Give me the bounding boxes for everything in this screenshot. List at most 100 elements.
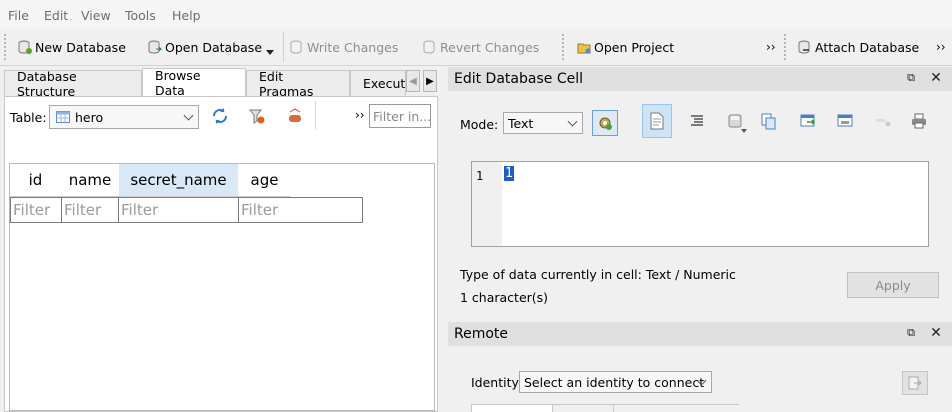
attach-database-button[interactable]: Attach Database: [798, 36, 919, 58]
toolbar-separator: [283, 32, 284, 62]
undock-icon[interactable]: ⧉: [904, 326, 918, 340]
tab-scroll-right-icon[interactable]: ▶: [423, 70, 437, 92]
open-database-button[interactable]: Open Database: [148, 36, 262, 58]
save-table-icon[interactable]: [287, 108, 303, 124]
auto-switch-mode-button[interactable]: [592, 110, 618, 136]
filter-separator: [315, 101, 316, 129]
column-header-secret-name[interactable]: secret_name: [119, 164, 238, 196]
toolbar-overflow-button[interactable]: ››: [766, 36, 776, 58]
toolbar-overflow-button-2[interactable]: ››: [936, 36, 946, 58]
main-tab-widget: Database Structure Browse Data Edit Prag…: [0, 67, 440, 412]
menu-edit[interactable]: Edit: [44, 8, 68, 23]
copy-icon: [761, 113, 776, 130]
close-icon[interactable]: ✕: [929, 71, 943, 85]
close-icon[interactable]: ✕: [929, 326, 943, 340]
word-wrap-button[interactable]: [642, 104, 672, 138]
mode-select[interactable]: Text: [503, 112, 583, 134]
new-database-button[interactable]: New Database: [18, 36, 126, 58]
auto-format-button[interactable]: [682, 104, 712, 138]
connect-button[interactable]: [902, 371, 928, 395]
column-header-name[interactable]: name: [62, 164, 118, 196]
remote-title: Remote: [454, 326, 509, 342]
undock-icon[interactable]: ⧉: [904, 71, 918, 85]
tab-execute-sql[interactable]: Execut: [350, 70, 406, 96]
browse-data-pane: Table: hero ›› Filter in... id name secr…: [4, 96, 438, 412]
new-database-icon: [18, 40, 32, 54]
connect-icon: [908, 376, 922, 390]
apply-button[interactable]: Apply: [847, 272, 939, 298]
table-select[interactable]: hero: [49, 105, 199, 129]
open-database-label: Open Database: [165, 39, 263, 55]
open-project-label: Open Project: [594, 39, 675, 55]
main-toolbar: New Database Open Database Write Changes…: [0, 28, 952, 66]
mode-label: Mode:: [460, 117, 499, 132]
cell-value-text[interactable]: 1: [504, 166, 514, 181]
line-number-gutter: 1: [472, 162, 502, 246]
data-grid: id name secret_name age Filter Filter Fi…: [9, 163, 435, 411]
cell-type-info: Type of data currently in cell: Text / N…: [460, 267, 736, 282]
tab-edit-pragmas[interactable]: Edit Pragmas: [246, 69, 350, 99]
export-button[interactable]: [754, 104, 784, 138]
toolbar-grip[interactable]: [784, 34, 788, 60]
refresh-icon[interactable]: [211, 107, 229, 125]
column-header-age[interactable]: age: [239, 164, 290, 196]
new-database-label: New Database: [35, 39, 126, 55]
indent-icon: [691, 115, 703, 126]
import-icon: [728, 114, 742, 128]
remote-tab-1[interactable]: [471, 405, 553, 412]
menu-help[interactable]: Help: [172, 8, 201, 23]
open-database-dropdown-icon[interactable]: [266, 50, 274, 55]
document-icon: [650, 112, 664, 130]
global-filter-input[interactable]: Filter in...: [369, 104, 431, 128]
filter-name-input[interactable]: Filter: [61, 197, 119, 223]
right-dock: Edit Database Cell ⧉ ✕ Mode: Text 1 1 Ty…: [448, 67, 952, 412]
clear-filters-icon[interactable]: [249, 108, 265, 124]
printer-icon: [912, 113, 926, 129]
column-header-id[interactable]: id: [10, 164, 61, 196]
open-in-application-button[interactable]: [830, 104, 860, 138]
open-database-icon: [148, 40, 162, 54]
table-label: Table:: [10, 110, 47, 125]
mode-select-value: Text: [508, 115, 534, 131]
edit-cell-title-bar: Edit Database Cell ⧉ ✕: [448, 67, 952, 91]
open-project-icon: [577, 43, 591, 54]
window-arrow-icon: [800, 114, 816, 127]
identity-select[interactable]: Select an identity to connect: [519, 371, 712, 393]
attach-database-icon: [798, 40, 810, 54]
print-button[interactable]: [904, 104, 934, 138]
tab-database-structure[interactable]: Database Structure: [4, 69, 142, 99]
write-changes-button[interactable]: Write Changes: [290, 36, 398, 58]
write-changes-icon: [290, 40, 302, 54]
filter-id-input[interactable]: Filter: [10, 197, 62, 223]
external-window-icon: [837, 114, 853, 127]
toolbar-grip[interactable]: [4, 34, 8, 60]
revert-changes-button[interactable]: Revert Changes: [423, 36, 539, 58]
toolbar-grip[interactable]: [562, 34, 566, 60]
table-select-value: hero: [75, 109, 104, 125]
revert-changes-label: Revert Changes: [440, 39, 540, 55]
remote-title-bar: Remote ⧉ ✕: [448, 322, 952, 346]
table-icon: [56, 111, 70, 123]
write-changes-label: Write Changes: [307, 39, 399, 55]
cell-editor[interactable]: 1 1: [471, 161, 929, 247]
filter-overflow-button[interactable]: ››: [355, 108, 365, 122]
menu-file[interactable]: File: [8, 8, 29, 23]
revert-changes-icon: [423, 40, 435, 54]
menu-bar: File Edit View Tools Help: [0, 0, 952, 28]
attach-database-label: Attach Database: [815, 39, 920, 55]
menu-view[interactable]: View: [81, 8, 111, 23]
set-as-null-button[interactable]: [793, 104, 823, 138]
disabled-action-button[interactable]: [868, 104, 898, 138]
edit-cell-title: Edit Database Cell: [454, 71, 583, 87]
tab-browse-data[interactable]: Browse Data: [142, 68, 246, 98]
chevron-down-icon: [567, 116, 578, 127]
tab-scroll-left-icon[interactable]: ◀: [406, 70, 420, 92]
disabled-action-icon: [876, 119, 891, 127]
import-dropdown-icon[interactable]: [741, 129, 747, 133]
filter-age-input[interactable]: Filter: [238, 197, 363, 223]
remote-tab-bar: [471, 404, 739, 412]
filter-secret-name-input[interactable]: Filter: [118, 197, 239, 223]
open-project-button[interactable]: Open Project: [577, 36, 674, 58]
menu-tools[interactable]: Tools: [125, 8, 156, 23]
chevron-down-icon: [183, 110, 194, 121]
